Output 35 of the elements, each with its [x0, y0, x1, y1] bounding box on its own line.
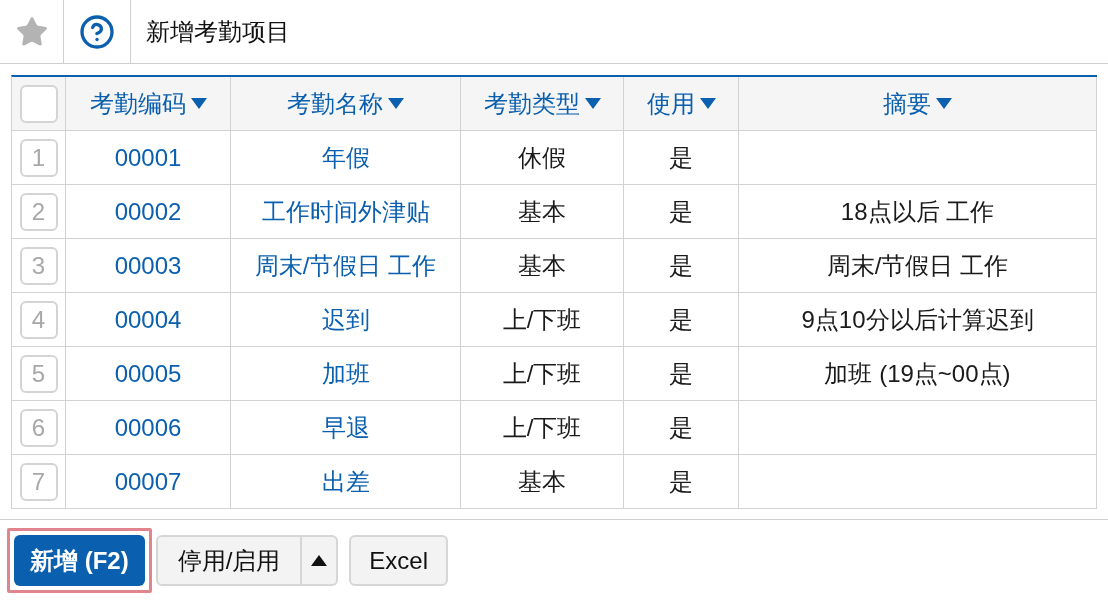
star-icon[interactable] — [14, 14, 49, 49]
code-link[interactable]: 00002 — [114, 193, 182, 230]
sort-caret-icon — [190, 98, 207, 109]
select-all-checkbox[interactable] — [19, 84, 58, 123]
name-link[interactable]: 出差 — [321, 463, 370, 500]
dropdown-button[interactable] — [302, 535, 339, 586]
name-link[interactable]: 工作时间外津贴 — [261, 193, 430, 230]
excel-button[interactable]: Excel — [349, 535, 449, 586]
name-link[interactable]: 年假 — [321, 139, 370, 176]
sort-caret-icon — [388, 98, 404, 109]
sort-caret-icon — [936, 98, 952, 109]
column-header[interactable]: 考勤名称 — [287, 85, 404, 122]
name-link[interactable]: 加班 — [321, 355, 370, 392]
name-link[interactable]: 早退 — [321, 409, 370, 446]
name-link[interactable]: 周末/节假日 工作 — [254, 247, 437, 284]
column-header[interactable]: 摘要 — [883, 85, 952, 122]
page-title: 新增考勤项目 — [146, 16, 290, 47]
code-link[interactable]: 00005 — [114, 355, 182, 392]
code-link[interactable]: 00003 — [114, 247, 182, 284]
code-link[interactable]: 00001 — [114, 139, 182, 176]
table-cell: 基本 — [461, 455, 624, 509]
caret-up-icon — [311, 555, 328, 566]
name-link[interactable]: 迟到 — [321, 301, 370, 338]
table-cell: 是 — [624, 455, 739, 509]
sort-caret-icon — [584, 98, 601, 109]
column-header[interactable]: 考勤类型 — [483, 85, 601, 122]
code-link[interactable]: 00007 — [114, 463, 182, 500]
column-header[interactable]: 考勤编码 — [89, 85, 207, 122]
help-icon[interactable] — [79, 13, 115, 50]
code-link[interactable]: 00006 — [114, 409, 182, 446]
code-link[interactable]: 00004 — [114, 301, 182, 338]
split-button[interactable]: 停用/启用 — [155, 535, 303, 586]
column-header[interactable]: 使用 — [646, 85, 716, 122]
add-button[interactable]: 新增 (F2) — [14, 535, 145, 586]
sort-caret-icon — [699, 98, 716, 109]
